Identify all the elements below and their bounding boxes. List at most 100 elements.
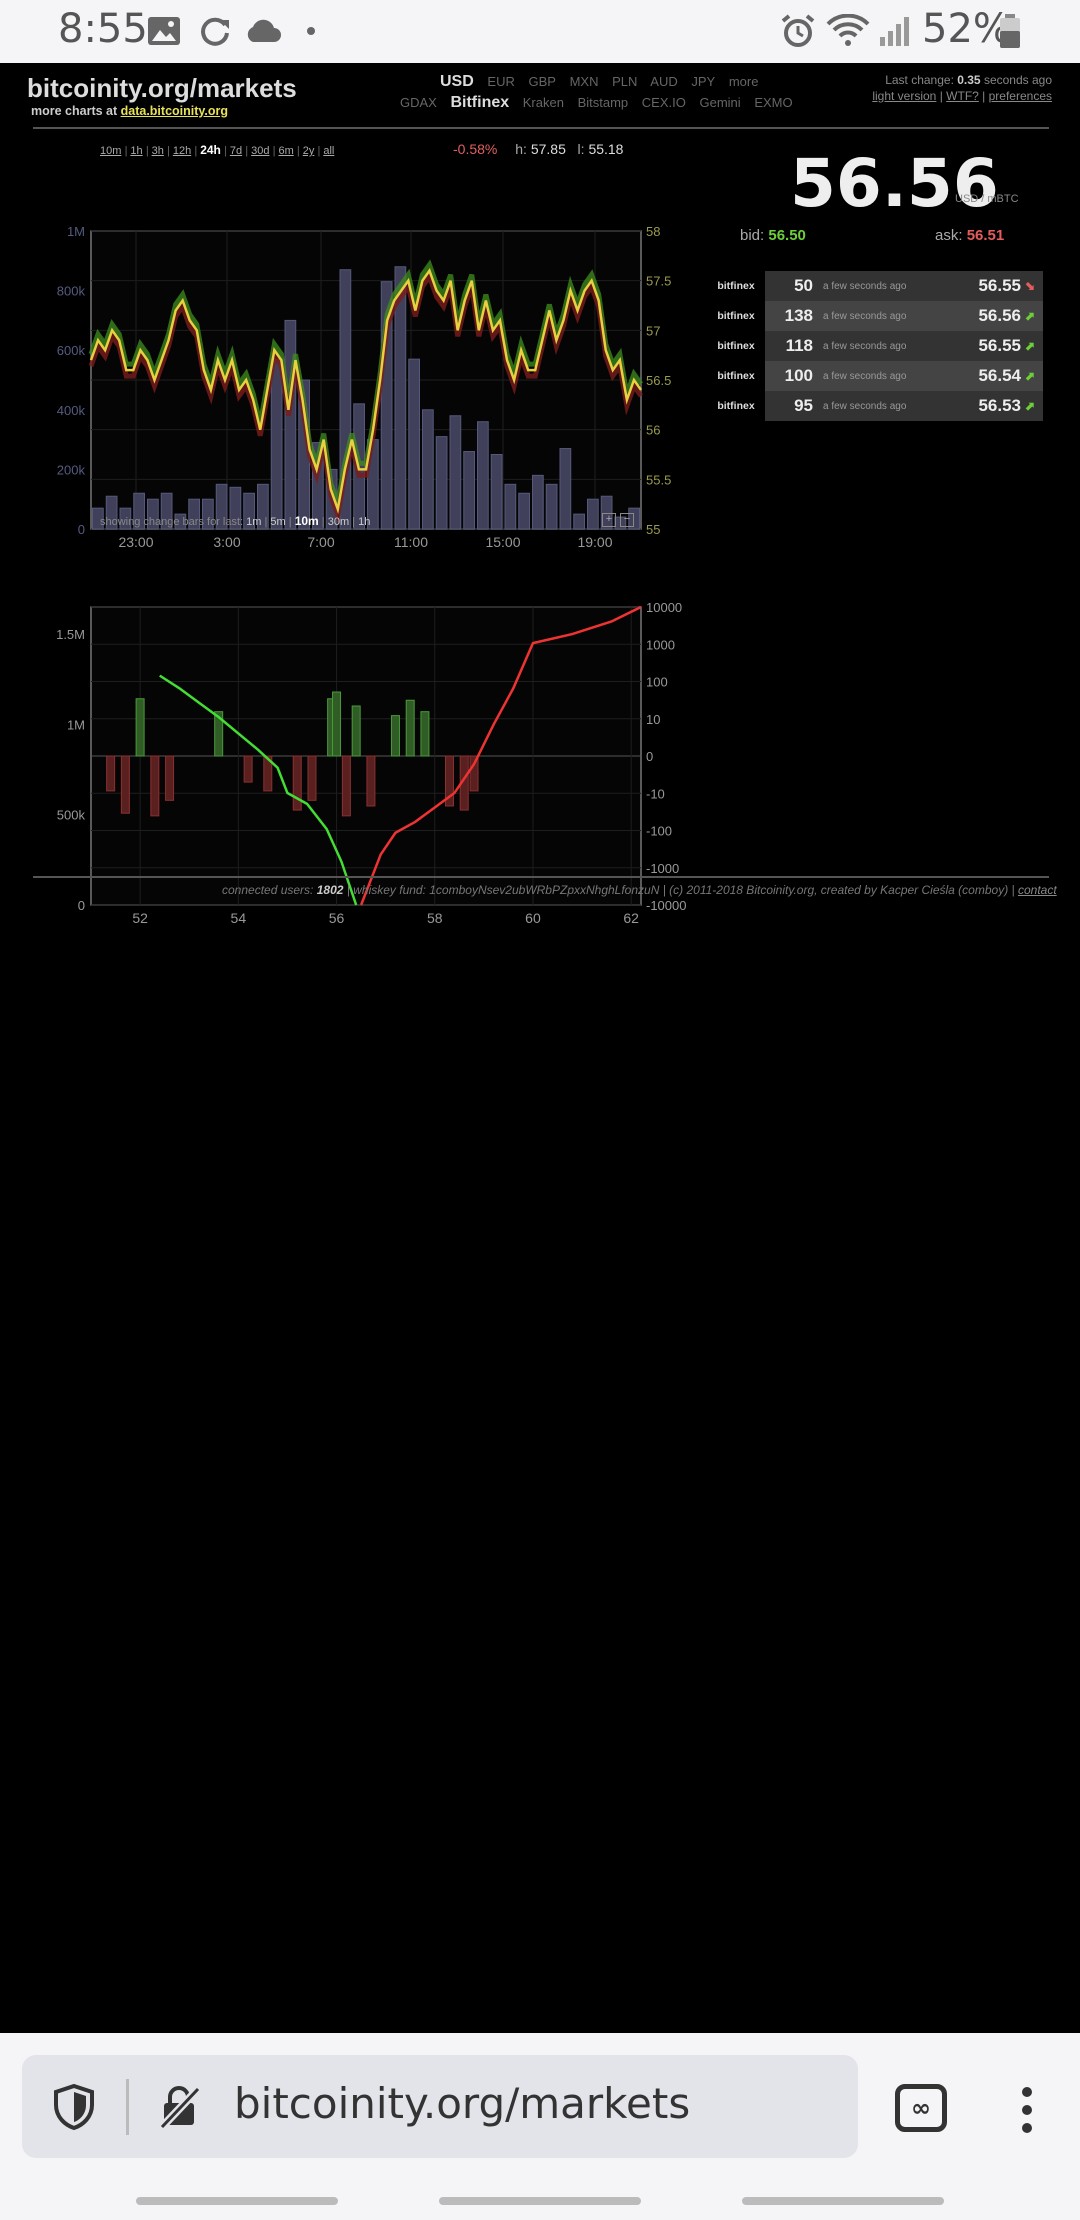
volume-bar <box>477 421 489 530</box>
trade-price: 56.55 <box>978 276 1021 295</box>
data-site-link[interactable]: data.bitcoinity.org <box>121 104 228 118</box>
currency-usd[interactable]: USD <box>440 73 474 90</box>
change-bar <box>120 755 130 814</box>
site-logo[interactable]: bitcoinity.org/markets <box>27 73 297 104</box>
arrow-down-icon: ⬊ <box>1024 279 1036 293</box>
tabs-button[interactable]: ∞ <box>895 2084 947 2132</box>
trade-price: 56.55 <box>978 336 1021 355</box>
currency-aud[interactable]: AUD <box>650 74 677 89</box>
trade-price: 56.54 <box>978 366 1021 385</box>
volume-bar <box>422 409 434 530</box>
trade-amount: 138 <box>784 306 813 325</box>
arrow-up-icon: ⬈ <box>1024 309 1036 323</box>
browser-toolbar: bitcoinity.org/markets ∞ <box>0 2033 1080 2220</box>
y-left-tick: 1.5M <box>56 627 85 642</box>
y-right-tick: -10 <box>646 786 665 801</box>
exchange-gdax[interactable]: GDAX <box>400 95 437 110</box>
exchange-kraken[interactable]: Kraken <box>523 95 564 110</box>
users-label: connected users: <box>222 883 317 897</box>
trade-row: bitfinex 95 a few seconds ago 56.53 ⬈ <box>707 391 1043 421</box>
trade-amount: 50 <box>794 276 813 295</box>
trade-exchange: bitfinex <box>707 331 765 361</box>
wifi-icon <box>826 12 870 50</box>
ask-label: ask: <box>935 227 963 244</box>
menu-icon[interactable] <box>1022 2087 1032 2133</box>
volume-bar <box>408 358 420 530</box>
volume-bar <box>284 319 297 530</box>
price-volume-chart[interactable]: 5555.55656.55757.5580200k400k600k800k1M2… <box>30 153 690 553</box>
change-bar <box>165 755 175 801</box>
change-bar <box>351 705 361 757</box>
currency-mxn[interactable]: MXN <box>570 74 599 89</box>
trade-exchange: bitfinex <box>707 361 765 391</box>
battery-icon <box>998 12 1022 50</box>
change-1h[interactable]: 1h <box>358 516 370 528</box>
change-5m[interactable]: 5m <box>270 516 285 528</box>
y-right-tick: -1000 <box>646 861 679 876</box>
zoom-out-button[interactable]: − <box>620 513 634 527</box>
change-bar <box>150 755 160 817</box>
trade-time: a few seconds ago <box>823 400 907 412</box>
trade-amount: 118 <box>785 336 813 355</box>
volume-bar <box>490 454 503 530</box>
currency-pln[interactable]: PLN <box>612 74 637 89</box>
y-right-tick: 58 <box>646 224 660 239</box>
light-version-link[interactable]: light version <box>872 89 936 103</box>
y-right-tick: 56.5 <box>646 373 671 388</box>
bid-value: 56.50 <box>768 227 806 244</box>
url-text[interactable]: bitcoinity.org/markets <box>234 2079 690 2128</box>
y-right-tick: 10000 <box>646 600 682 615</box>
trade-row: bitfinex 118 a few seconds ago 56.55 ⬈ <box>707 331 1043 361</box>
change-10m[interactable]: 10m <box>295 514 319 528</box>
wtf-link[interactable]: WTF? <box>946 89 979 103</box>
insecure-lock-icon[interactable] <box>158 2085 202 2129</box>
preferences-link[interactable]: preferences <box>989 89 1052 103</box>
shield-icon[interactable] <box>52 2083 96 2131</box>
depth-chart[interactable]: -10000-1000-100-100101001000100000500k1M… <box>30 533 700 933</box>
arrow-up-icon: ⬈ <box>1024 369 1036 383</box>
volume-bar <box>573 513 585 530</box>
y-right-tick: 10 <box>646 712 660 727</box>
trade-time: a few seconds ago <box>823 280 907 292</box>
currency-eur[interactable]: EUR <box>487 74 514 89</box>
header-divider <box>33 127 1049 129</box>
y-right-tick: 1000 <box>646 637 675 652</box>
contact-link[interactable]: contact <box>1018 883 1057 897</box>
gesture-bar-left <box>136 2197 338 2205</box>
exchange-gemini[interactable]: Gemini <box>700 95 741 110</box>
volume-bar <box>435 436 448 530</box>
y-right-tick: 0 <box>646 749 653 764</box>
exchange-bitstamp[interactable]: Bitstamp <box>578 95 629 110</box>
y-right-tick: 55.5 <box>646 472 671 487</box>
change-1m[interactable]: 1m <box>246 516 261 528</box>
trade-time: a few seconds ago <box>823 310 907 322</box>
exchange-cexio[interactable]: CEX.IO <box>642 95 686 110</box>
y-left-tick: 1M <box>67 717 85 732</box>
exchange-exmo[interactable]: EXMO <box>754 95 792 110</box>
currency-jpy[interactable]: JPY <box>691 74 715 89</box>
y-left-tick: 800k <box>57 284 86 299</box>
volume-bar <box>449 415 462 530</box>
image-icon <box>147 12 181 50</box>
trade-amount: 95 <box>794 396 813 415</box>
footer-text: | whiskey fund: 1comboyNsev2ubWRbPZpxxNh… <box>343 883 1018 897</box>
last-change-label: Last change: <box>885 73 958 87</box>
currency-gbp[interactable]: GBP <box>528 74 555 89</box>
gesture-bar-center <box>439 2197 641 2205</box>
gesture-bar-right <box>742 2197 944 2205</box>
exchange-bitfinex[interactable]: Bitfinex <box>450 94 509 111</box>
address-bar[interactable]: bitcoinity.org/markets <box>22 2055 858 2158</box>
change-30m[interactable]: 30m <box>328 516 349 528</box>
x-tick: 62 <box>623 910 639 926</box>
change-bar <box>292 755 302 811</box>
more-charts: more charts at data.bitcoinity.org <box>31 104 228 118</box>
trade-row: bitfinex 138 a few seconds ago 56.56 ⬈ <box>707 301 1043 331</box>
web-page: bitcoinity.org/markets more charts at da… <box>0 63 1080 2033</box>
clock: 8:55 <box>58 6 148 52</box>
current-price: 56.56 <box>790 145 999 222</box>
volume-bar <box>504 483 517 530</box>
zoom-in-button[interactable]: + <box>602 513 616 527</box>
footer-divider <box>33 876 1049 878</box>
y-left-tick: 600k <box>57 343 86 358</box>
currency-more[interactable]: more <box>729 74 759 89</box>
